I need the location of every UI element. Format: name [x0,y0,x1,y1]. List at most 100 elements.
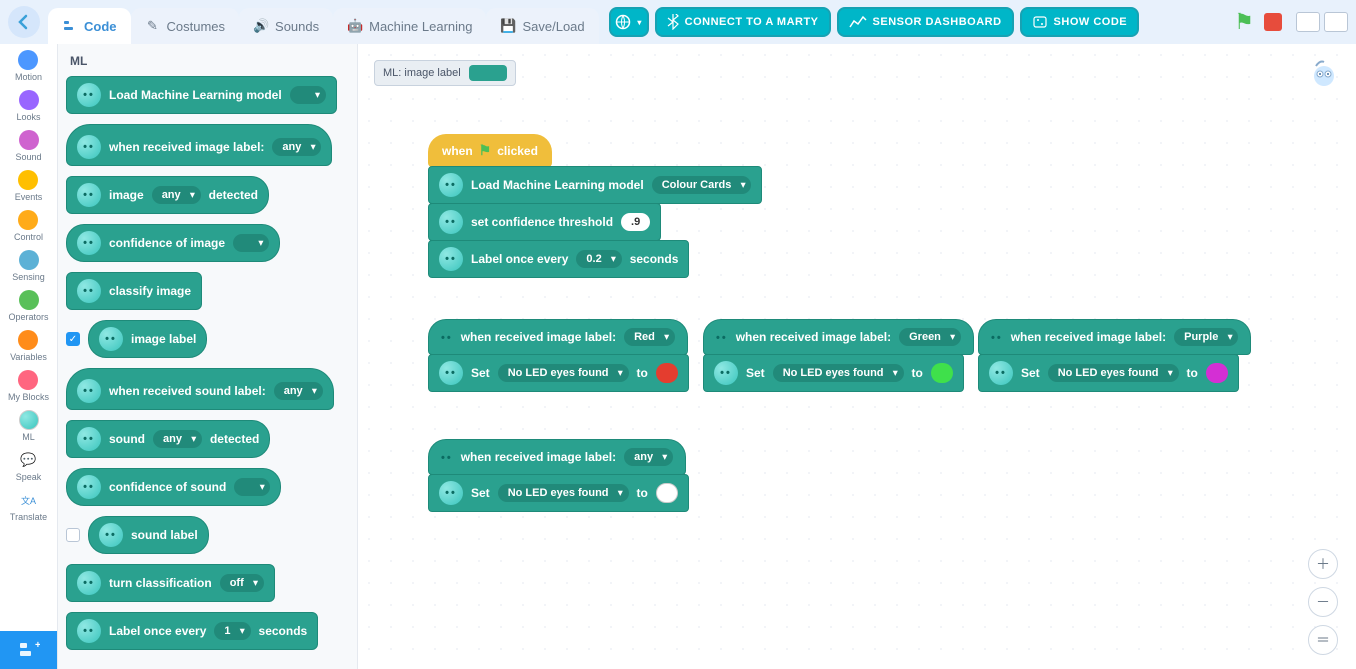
green-flag-button[interactable]: ⚑ [1234,9,1254,35]
sprite-thumbnail[interactable] [1306,54,1342,90]
palette-scroll[interactable]: Load Machine Learning model when receive… [66,76,349,650]
zoom-in-button[interactable]: ＋ [1308,549,1338,579]
marty-icon [439,361,463,385]
label-dropdown[interactable]: Purple [1174,328,1238,346]
color-picker-white[interactable] [656,483,678,503]
tab-saveload[interactable]: 💾 Save/Load [486,8,598,44]
robot-icon: 🤖 [347,18,363,34]
save-icon: 💾 [500,18,516,34]
block-sound-detected[interactable]: sound any detected [66,420,270,458]
block-load-model-canvas[interactable]: Load Machine Learning model Colour Cards [428,166,762,204]
tab-ml[interactable]: 🤖 Machine Learning [333,8,486,44]
led-dropdown[interactable]: No LED eyes found [1048,364,1179,382]
block-load-model[interactable]: Load Machine Learning model [66,76,337,114]
led-dropdown[interactable]: No LED eyes found [498,364,629,382]
model-dropdown[interactable] [290,86,326,104]
connect-button[interactable]: CONNECT TO A MARTY [655,7,831,37]
image-label-monitor-checkbox[interactable]: ✓ [66,332,80,346]
block-set-led-white[interactable]: Set No LED eyes found to [428,474,689,512]
interval-dropdown[interactable]: 0.2 [576,250,621,268]
script-any[interactable]: when received image label: any Set No LE… [428,439,689,512]
marty-icon [77,619,101,643]
label-dropdown[interactable]: any [272,138,321,156]
cat-control[interactable]: Control [14,210,43,242]
monitor-label: ML: image label [383,67,461,79]
marty-icon [99,327,123,351]
cat-motion[interactable]: Motion [15,50,42,82]
add-extension-button[interactable]: + [0,631,57,669]
block-when-image-green[interactable]: when received image label: Green [703,319,974,355]
language-button[interactable]: ▾ [609,7,649,37]
color-picker-green[interactable] [931,363,953,383]
stop-button[interactable] [1264,13,1282,31]
block-sound-label[interactable]: sound label [88,516,209,554]
cat-myblocks[interactable]: My Blocks [8,370,49,402]
image-dropdown[interactable]: any [152,186,201,204]
model-dropdown[interactable]: Colour Cards [652,176,752,194]
led-dropdown[interactable]: No LED eyes found [498,484,629,502]
block-when-image-red[interactable]: when received image label: Red [428,319,688,355]
script-green[interactable]: when received image label: Green Set No … [703,319,974,392]
cat-ml[interactable]: ML [19,410,39,442]
block-label-once-every[interactable]: Label once every 1 seconds [66,612,318,650]
block-label-interval[interactable]: Label once every 0.2 seconds [428,240,689,278]
block-when-image-purple[interactable]: when received image label: Purple [978,319,1251,355]
python-icon [1032,15,1048,29]
cat-speak[interactable]: 💬Speak [16,450,42,482]
block-set-led-green[interactable]: Set No LED eyes found to [703,354,964,392]
label-dropdown[interactable]: any [624,448,673,466]
interval-dropdown[interactable]: 1 [214,622,250,640]
block-image-label[interactable]: image label [88,320,207,358]
cat-events[interactable]: Events [15,170,43,202]
block-confidence-image[interactable]: confidence of image [66,224,280,262]
label-dropdown[interactable]: Red [624,328,675,346]
label-dropdown[interactable]: Green [899,328,961,346]
cat-variables[interactable]: Variables [10,330,47,362]
tab-costumes[interactable]: ✎ Costumes [131,8,240,44]
zoom-out-button[interactable]: － [1308,587,1338,617]
conf-sound-dropdown[interactable] [234,478,270,496]
stage-large-button[interactable] [1324,12,1348,32]
block-when-sound-label[interactable]: when received sound label: any [66,368,334,410]
color-picker-purple[interactable] [1206,363,1228,383]
block-confidence-sound[interactable]: confidence of sound [66,468,281,506]
block-when-flag-clicked[interactable]: when ⚑ clicked [428,134,552,167]
cat-operators[interactable]: Operators [8,290,48,322]
block-image-detected[interactable]: image any detected [66,176,269,214]
block-set-confidence[interactable]: set confidence threshold .9 [428,203,661,241]
connect-label: CONNECT TO A MARTY [685,16,819,28]
confidence-input[interactable]: .9 [621,213,650,231]
tab-sounds[interactable]: 🔊 Sounds [239,8,333,44]
led-dropdown[interactable]: No LED eyes found [773,364,904,382]
variable-monitor[interactable]: ML: image label [374,60,516,86]
script-purple[interactable]: when received image label: Purple Set No… [978,319,1251,392]
sensor-dashboard-button[interactable]: SENSOR DASHBOARD [837,7,1014,37]
script-main[interactable]: when ⚑ clicked Load Machine Learning mod… [428,134,762,278]
block-set-led-red[interactable]: Set No LED eyes found to [428,354,689,392]
block-classify-image[interactable]: classify image [66,272,202,310]
cat-sensing[interactable]: Sensing [12,250,45,282]
marty-icon [991,330,1003,344]
show-code-button[interactable]: SHOW CODE [1020,7,1140,37]
cat-looks[interactable]: Looks [16,90,40,122]
block-when-image-any[interactable]: when received image label: any [428,439,686,475]
sound-dropdown[interactable]: any [153,430,202,448]
block-set-led-purple[interactable]: Set No LED eyes found to [978,354,1239,392]
block-turn-classification[interactable]: turn classification off [66,564,275,602]
script-canvas[interactable]: ML: image label when ⚑ clicked Load Mach… [358,44,1356,669]
block-when-image-label[interactable]: when received image label: any [66,124,332,166]
conf-dropdown[interactable] [233,234,269,252]
onoff-dropdown[interactable]: off [220,574,264,592]
sound-label-dropdown[interactable]: any [274,382,323,400]
code-icon [62,18,78,34]
cat-sound[interactable]: Sound [15,130,41,162]
marty-icon [439,481,463,505]
zoom-reset-button[interactable]: ＝ [1308,625,1338,655]
tab-code[interactable]: Code [48,8,131,44]
script-red[interactable]: when received image label: Red Set No LE… [428,319,689,392]
stage-small-button[interactable] [1296,12,1320,32]
sound-label-monitor-checkbox[interactable] [66,528,80,542]
cat-translate[interactable]: 文ATranslate [10,490,47,522]
color-picker-red[interactable] [656,363,678,383]
back-button[interactable] [8,6,40,38]
